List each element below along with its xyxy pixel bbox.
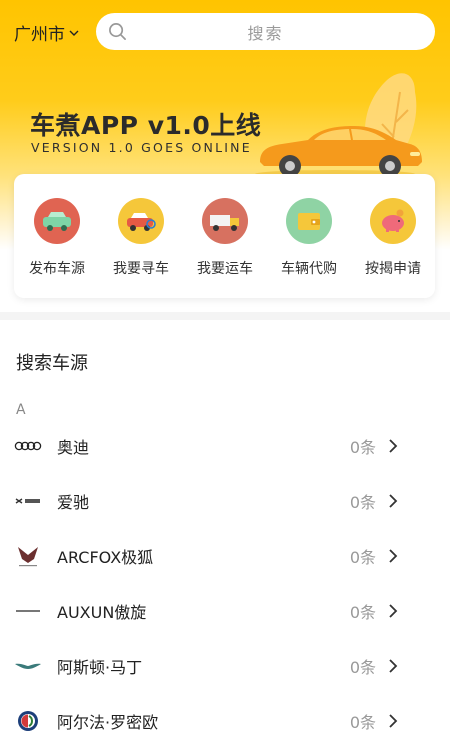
- brand-row-aiways[interactable]: 爱驰 0条: [0, 473, 450, 528]
- search-input[interactable]: 搜索: [96, 13, 435, 50]
- section-title: 搜索车源: [16, 353, 88, 374]
- chevron-right-icon: [389, 658, 398, 673]
- audi-logo-icon: [14, 441, 42, 450]
- brand-name: AUXUN傲旋: [57, 602, 147, 622]
- truck-icon: [202, 198, 248, 244]
- service-mortgage[interactable]: 按揭申请: [353, 198, 433, 288]
- wallet-icon: [286, 198, 332, 244]
- brand-count: 0条: [349, 547, 376, 567]
- city-selector[interactable]: 广州市: [14, 20, 79, 45]
- car-illustration: [255, 73, 422, 178]
- service-label: 车辆代购: [281, 261, 337, 277]
- piggy-bank-icon: [370, 198, 416, 244]
- brand-row-audi[interactable]: 奥迪 0条: [0, 418, 450, 473]
- aiways-logo-icon: [15, 497, 40, 504]
- section-divider: [0, 312, 450, 320]
- arcfox-logo-icon: [18, 546, 38, 566]
- brand-name: 阿尔法·罗密欧: [57, 712, 159, 732]
- chevron-right-icon: [389, 493, 398, 508]
- car-search-icon: [118, 198, 164, 244]
- brand-row-auxun[interactable]: AUXUN傲旋 0条: [0, 583, 450, 638]
- service-card: 发布车源 我要寻车 我要运车 车辆代购 按揭申请: [14, 174, 435, 298]
- service-transport-car[interactable]: 我要运车: [185, 198, 265, 288]
- brand-row-alfa-romeo[interactable]: 阿尔法·罗密欧 0条: [0, 693, 450, 748]
- alfa-romeo-logo-icon: [18, 710, 38, 731]
- service-find-car[interactable]: 我要寻车: [101, 198, 181, 288]
- brand-name: ARCFOX极狐: [57, 547, 154, 567]
- brand-name: 奥迪: [57, 437, 90, 457]
- service-publish-car[interactable]: 发布车源: [17, 198, 97, 288]
- search-placeholder: 搜索: [247, 23, 284, 43]
- chevron-down-icon: [69, 30, 79, 36]
- brand-name: 阿斯顿·马丁: [57, 657, 143, 677]
- index-letter: A: [16, 402, 26, 418]
- service-purchase-agent[interactable]: 车辆代购: [269, 198, 349, 288]
- chevron-right-icon: [389, 548, 398, 563]
- banner-subtitle: VERSION 1.0 GOES ONLINE: [31, 140, 252, 155]
- auxun-logo-icon: [16, 609, 40, 612]
- brand-row-arcfox[interactable]: ARCFOX极狐 0条: [0, 528, 450, 583]
- chevron-right-icon: [389, 603, 398, 618]
- brand-count: 0条: [349, 712, 376, 732]
- brand-count: 0条: [349, 657, 376, 677]
- brand-count: 0条: [349, 492, 376, 512]
- service-label: 我要寻车: [113, 261, 169, 277]
- brand-name: 爱驰: [57, 492, 90, 512]
- brand-count: 0条: [349, 602, 376, 622]
- brand-count: 0条: [349, 437, 376, 457]
- brand-row-aston-martin[interactable]: 阿斯顿·马丁 0条: [0, 638, 450, 693]
- city-label: 广州市: [14, 25, 65, 45]
- service-label: 我要运车: [197, 261, 253, 277]
- car-icon: [34, 198, 80, 244]
- search-icon: [109, 23, 126, 40]
- chevron-right-icon: [389, 713, 398, 728]
- aston-martin-logo-icon: [15, 663, 41, 669]
- banner-title: 车煮APP v1.0上线: [30, 111, 262, 140]
- service-label: 按揭申请: [365, 261, 421, 277]
- chevron-right-icon: [389, 438, 398, 453]
- service-label: 发布车源: [29, 261, 85, 277]
